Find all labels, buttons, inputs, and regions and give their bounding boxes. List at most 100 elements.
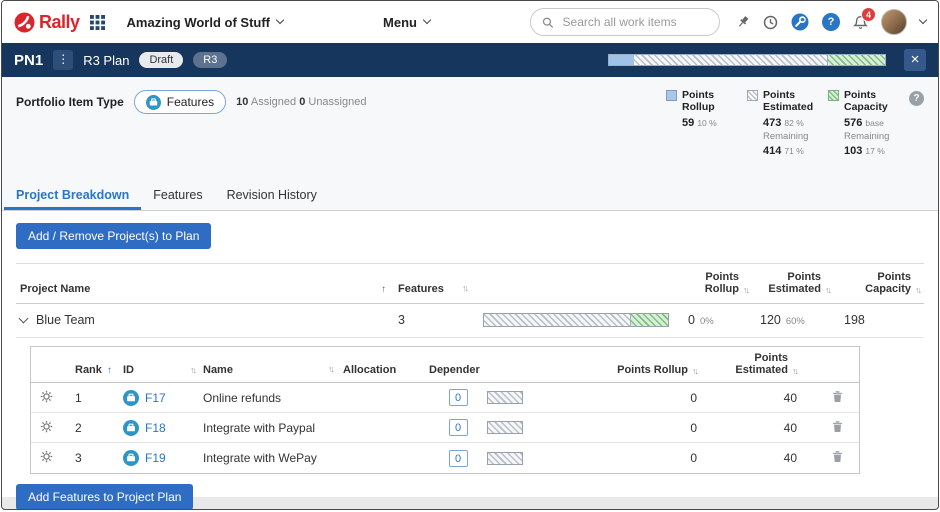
project-points-capacity: 198 (844, 313, 865, 327)
add-features-button[interactable]: Add Features to Project Plan (16, 484, 193, 510)
feature-type-icon (123, 450, 139, 466)
rank-header[interactable]: Rank ↑ (61, 364, 117, 376)
dependencies-count[interactable]: 0 (449, 419, 468, 436)
estimated-value: 473 (763, 117, 781, 129)
user-menu-chevron-icon[interactable] (919, 16, 927, 24)
delete-feature-icon[interactable] (815, 450, 859, 466)
estimated-pct: 82 % (784, 118, 803, 128)
features-header[interactable]: Features ↑↓ (398, 283, 483, 295)
rally-logo[interactable]: Rally (14, 12, 80, 33)
workspace-selector[interactable]: Amazing World of Stuff (127, 15, 283, 30)
name-header[interactable]: Name ↑↓ (203, 364, 343, 376)
estimated-remaining-value: 414 (763, 145, 781, 157)
project-row-blue-team: Blue Team 3 00% 12060% 198 (16, 304, 924, 338)
feature-row: 1 F17 Online refunds 0 0 40 (31, 383, 859, 413)
chevron-down-icon (276, 16, 284, 24)
row-settings-gear-icon[interactable] (31, 390, 61, 406)
project-name[interactable]: Blue Team (36, 313, 95, 327)
sort-toggle-icon[interactable]: ↑↓ (915, 285, 920, 295)
tab-project-breakdown[interactable]: Project Breakdown (4, 183, 141, 210)
progress-capacity-segment (630, 314, 668, 326)
dependencies-header[interactable]: Depender (429, 364, 487, 376)
delete-feature-icon[interactable] (815, 420, 859, 436)
feature-name[interactable]: Integrate with Paypal (203, 421, 315, 435)
app-switcher-icon[interactable] (90, 15, 105, 30)
tab-revision-history[interactable]: Revision History (215, 183, 329, 210)
feature-row: 2 F18 Integrate with Paypal 0 0 40 (31, 413, 859, 443)
sort-ascending-icon[interactable]: ↑ (381, 284, 386, 295)
plan-actions-kebab-icon[interactable]: ⋮ (53, 50, 73, 70)
row-settings-gear-icon[interactable] (31, 450, 61, 466)
assigned-label: Assigned (251, 96, 296, 108)
dependencies-count[interactable]: 0 (449, 389, 468, 406)
feature-name[interactable]: Integrate with WePay (203, 451, 317, 465)
feature-type-icon (123, 390, 139, 406)
close-plan-button[interactable]: × (904, 49, 926, 71)
history-clock-icon[interactable] (763, 15, 778, 30)
rally-logo-text: Rally (39, 12, 80, 33)
workspace-name: Amazing World of Stuff (127, 15, 270, 30)
menu-dropdown[interactable]: Menu (383, 15, 430, 30)
search-input[interactable] (561, 14, 708, 30)
capacity-value: 576 (844, 117, 862, 129)
assigned-count: 10 (236, 96, 248, 108)
rollup-pct: 10 % (697, 118, 716, 128)
search-box[interactable] (530, 8, 720, 36)
sort-toggle-icon[interactable]: ↑↓ (743, 285, 748, 295)
tab-features[interactable]: Features (141, 183, 214, 210)
points-capacity-header[interactable]: Points Capacity ↑↓ (834, 271, 924, 295)
feature-id-link[interactable]: F17 (145, 391, 166, 405)
feature-points-estimated: 40 (784, 391, 797, 405)
points-estimated-header[interactable]: Points Estimated ↑↓ (752, 271, 834, 295)
unassigned-count: 0 (299, 96, 305, 108)
project-points-rollup-pct: 0% (700, 316, 714, 327)
plan-release-badge: R3 (193, 52, 227, 68)
plan-title: R3 Plan (83, 53, 129, 68)
points-rollup-header[interactable]: Points Rollup ↑↓ (561, 364, 711, 376)
row-settings-gear-icon[interactable] (31, 420, 61, 436)
sort-toggle-icon[interactable]: ↑↓ (190, 365, 195, 375)
feature-id-link[interactable]: F18 (145, 421, 166, 435)
plan-id: PN1 (14, 52, 43, 69)
feature-table-header: Rank ↑ ID ↑↓ Name ↑↓ Allocation Depender (31, 347, 859, 383)
feature-name[interactable]: Online refunds (203, 391, 281, 405)
project-points-estimated: 120 (760, 313, 781, 327)
user-avatar[interactable] (881, 9, 907, 35)
notifications-bell-icon[interactable]: 4 (853, 15, 868, 30)
project-table-header: Project Name ↑ Features ↑↓ Points Rollup… (16, 264, 924, 304)
feature-rank: 1 (75, 391, 82, 405)
sort-toggle-icon[interactable]: ↑↓ (328, 364, 333, 376)
dependencies-count[interactable]: 0 (449, 450, 468, 467)
legend-help-icon[interactable]: ? (909, 91, 924, 106)
search-icon (542, 16, 554, 29)
project-table: Project Name ↑ Features ↑↓ Points Rollup… (16, 263, 924, 338)
portfolio-item-type-value: Features (167, 95, 214, 109)
pin-icon[interactable] (736, 15, 750, 29)
portfolio-item-type-selector[interactable]: Features (134, 90, 226, 114)
sort-toggle-icon[interactable]: ↑↓ (825, 285, 830, 295)
rollup-value: 59 (682, 117, 694, 129)
sort-ascending-icon[interactable]: ↑ (107, 365, 112, 376)
wrench-settings-icon[interactable] (791, 13, 809, 31)
plan-tabs: Project Breakdown Features Revision Hist… (2, 183, 938, 211)
project-name-header[interactable]: Project Name ↑ (16, 283, 398, 295)
plan-state-badge: Draft (139, 52, 183, 68)
id-header[interactable]: ID ↑↓ (117, 364, 203, 376)
estimated-remaining-label: Remaining (763, 131, 813, 142)
sort-toggle-icon[interactable]: ↑↓ (462, 283, 467, 295)
progress-rollup-segment (609, 55, 634, 65)
feature-id-link[interactable]: F19 (145, 451, 166, 465)
feature-rank: 2 (75, 421, 82, 435)
add-remove-projects-button[interactable]: Add / Remove Project(s) to Plan (16, 223, 211, 249)
allocation-header[interactable]: Allocation (343, 364, 429, 376)
points-estimated-header[interactable]: Points Estimated ↑↓ (711, 352, 815, 376)
help-icon[interactable]: ? (822, 13, 840, 31)
feature-points-rollup: 0 (690, 451, 697, 465)
sort-toggle-icon[interactable]: ↑↓ (692, 366, 697, 376)
collapse-row-chevron-icon[interactable] (19, 313, 29, 323)
sort-toggle-icon[interactable]: ↑↓ (792, 366, 797, 376)
topbar-icons: ? 4 (736, 9, 926, 35)
delete-feature-icon[interactable] (815, 390, 859, 406)
capacity-remaining-pct: 17 % (865, 146, 884, 156)
points-rollup-header[interactable]: Points Rollup ↑↓ (670, 271, 752, 295)
